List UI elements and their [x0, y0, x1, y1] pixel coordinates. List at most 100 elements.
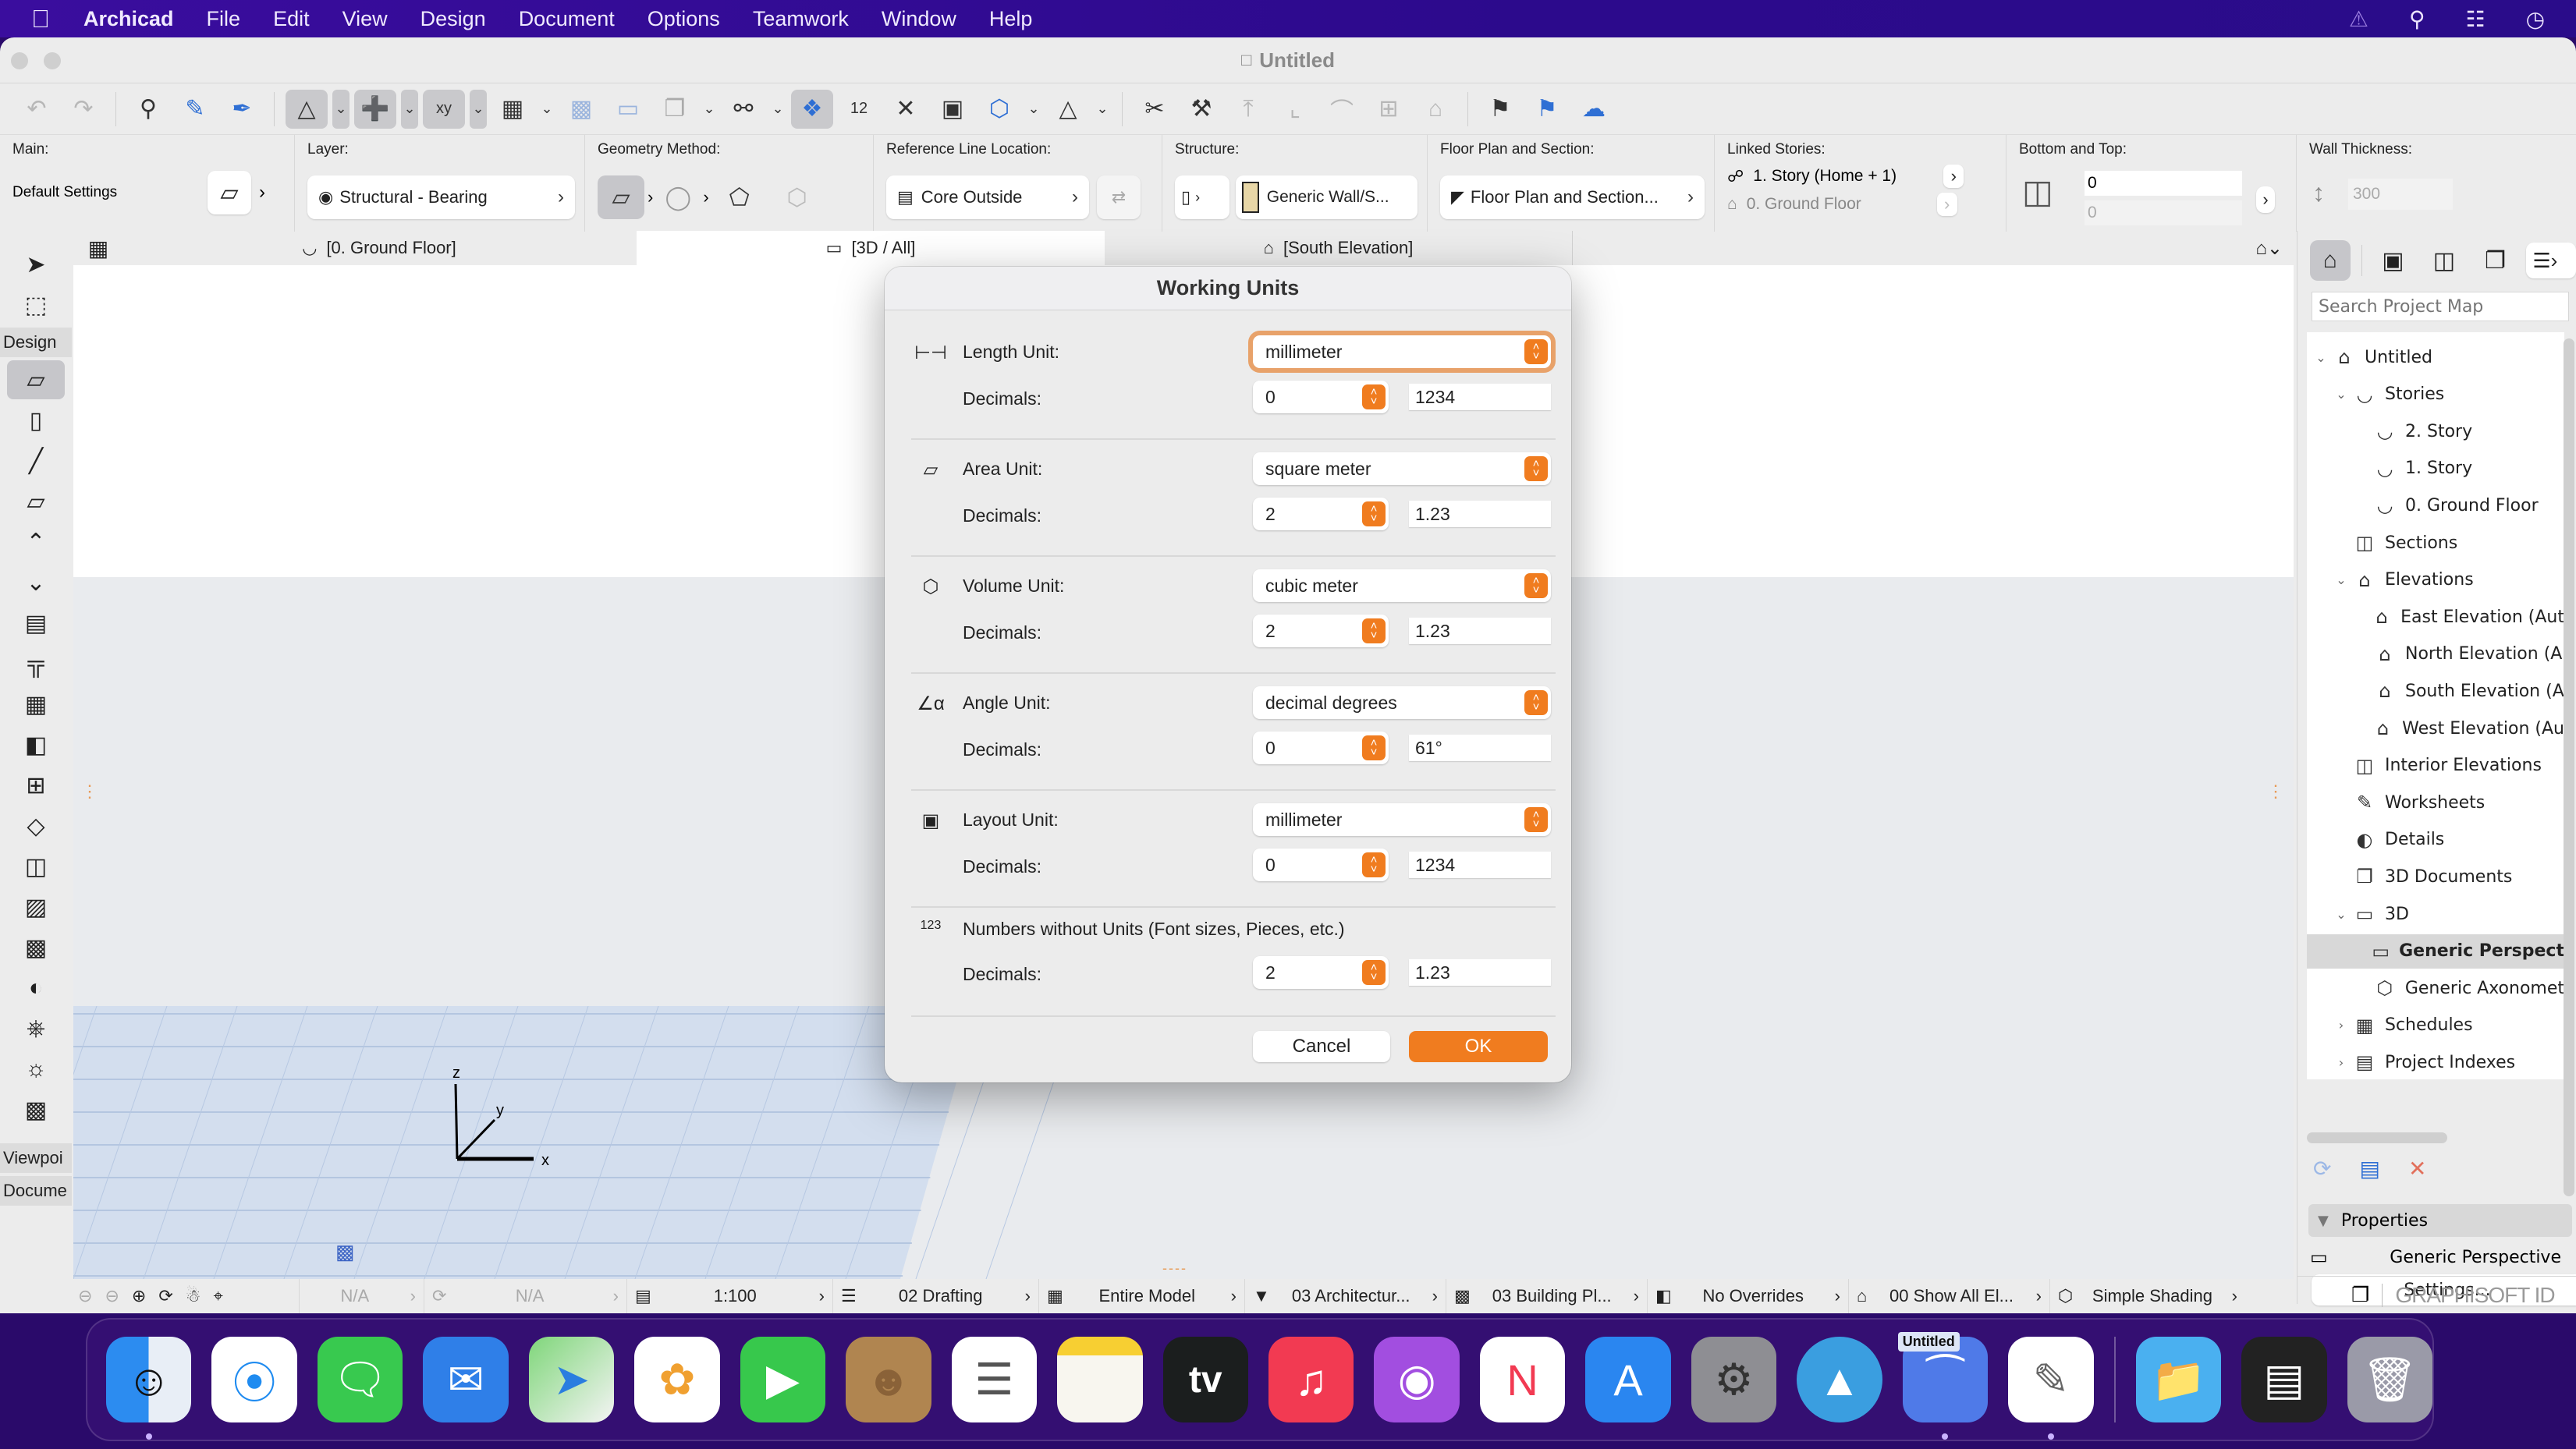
bottom-resize-handle[interactable]: ---- — [1162, 1260, 1187, 1277]
undo-icon[interactable]: ↶ — [16, 90, 58, 129]
trim-icon[interactable]: ✕ — [885, 90, 927, 129]
menu-view[interactable]: View — [326, 7, 404, 31]
tree-hscrollbar[interactable] — [2307, 1132, 2447, 1143]
linked-top-chevron[interactable]: › — [1943, 165, 1964, 188]
control-center-icon[interactable]: ☷ — [2465, 6, 2485, 32]
skylight-tool-icon[interactable]: ◇ — [7, 806, 65, 845]
decimals-stepper[interactable]: 2 ˄ ˅ — [1253, 615, 1389, 647]
tracker-dropdown[interactable]: ⌄ — [470, 89, 487, 129]
roof-trim-icon[interactable]: ⌂ — [1414, 90, 1457, 129]
stepper-arrows-icon[interactable]: ˄ ˅ — [1362, 384, 1386, 409]
maps-icon[interactable]: ➤ — [528, 1337, 615, 1422]
system-preferences-icon[interactable]: ⚙ — [1691, 1337, 1777, 1422]
wall-end-tool-icon[interactable]: ◫ — [7, 847, 65, 886]
disclosure-chevron-icon[interactable]: ⌄ — [2333, 387, 2349, 402]
structure-type-button[interactable]: ▯ › — [1175, 175, 1229, 219]
publisher-sets-icon[interactable]: ❐ — [2475, 240, 2516, 281]
tree-item[interactable]: ✎ Worksheets — [2307, 785, 2564, 820]
beam-tool-icon[interactable]: ╱ — [7, 441, 65, 480]
layer-combination-selector[interactable]: ☰ 02 Drafting › — [833, 1279, 1039, 1313]
element-group-icon[interactable]: ▣ — [931, 90, 974, 129]
trapezoid-wall-icon[interactable]: ⬠ — [712, 175, 767, 219]
intersect-icon[interactable]: ⌞ — [1274, 90, 1316, 129]
numbers-decimals-stepper[interactable]: 2 ˄ ˅ — [1253, 956, 1389, 989]
main-chevron[interactable]: › — [259, 182, 265, 204]
construction-grid-icon[interactable]: ▩ — [560, 90, 602, 129]
linked-top-value[interactable]: 1. Story (Home + 1) — [1753, 167, 1934, 186]
renovation-filter-selector[interactable]: ⌂ 00 Show All El... › — [1849, 1279, 2050, 1313]
tree-item[interactable]: ⌄ ◡ Stories — [2307, 377, 2564, 412]
zoom-in-icon[interactable]: ⊕ — [132, 1286, 146, 1306]
menu-design[interactable]: Design — [404, 7, 502, 31]
graphic-overrides-selector[interactable]: ◧ No Overrides › — [1648, 1279, 1849, 1313]
unit-select[interactable]: millimeter ˄ ˅ — [1253, 803, 1551, 836]
model-selector[interactable]: ▦ Entire Model › — [1039, 1279, 1245, 1313]
pen-set-selector[interactable]: ▼ 03 Architectur... › — [1245, 1279, 1446, 1313]
app-store-icon[interactable]: A — [1585, 1337, 1671, 1422]
fillet-icon[interactable]: ⌒ — [1321, 90, 1363, 129]
layers-dropdown[interactable]: ⌄ — [701, 90, 718, 129]
tree-item[interactable]: ⌄ ▭ 3D — [2307, 897, 2564, 931]
trash-icon[interactable]: 🗑 — [2347, 1337, 2432, 1422]
tree-item[interactable]: ⌂ North Elevation (A — [2307, 637, 2564, 671]
lock-dropdown[interactable]: ⌄ — [769, 90, 786, 129]
tree-item[interactable]: ❐ 3D Documents — [2307, 859, 2564, 894]
facetime-icon[interactable]: ▶ — [740, 1337, 826, 1422]
composite-selector[interactable]: Generic Wall/S... — [1235, 175, 1418, 219]
view-menu-icon[interactable]: ⌂⌄ — [2255, 237, 2290, 260]
tree-item[interactable]: › ▤ Project Indexes — [2307, 1045, 2564, 1079]
toolbox-design-header[interactable]: Design — [0, 328, 72, 357]
polygonal-wall-icon[interactable]: ⬡ — [770, 175, 825, 219]
menu-options[interactable]: Options — [631, 7, 736, 31]
status-na-1[interactable]: N/A › — [300, 1279, 424, 1313]
tab-south-elevation[interactable]: ⌂ [South Elevation] — [1105, 231, 1573, 265]
tree-item[interactable]: ⌂ West Elevation (Au — [2307, 711, 2564, 746]
tree-item[interactable]: ◫ Sections — [2307, 526, 2564, 560]
tracker-icon[interactable]: xy — [423, 89, 465, 129]
layout-book-icon[interactable]: ◫ — [2424, 240, 2464, 281]
lock-icon[interactable]: ⚯ — [722, 90, 765, 129]
snap-guides-icon[interactable]: ➕ — [354, 89, 396, 129]
tree-item[interactable]: ◡ 0. Ground Floor — [2307, 488, 2564, 523]
inject-parameters-icon[interactable]: ✒ — [221, 90, 263, 129]
zone-tool-icon[interactable]: ▩ — [7, 1090, 65, 1129]
tab-ground-floor[interactable]: ◡ [0. Ground Floor] — [122, 231, 637, 265]
split-icon[interactable]: ✂ — [1134, 90, 1176, 129]
wall-tool-icon[interactable]: ▱ — [7, 360, 65, 399]
window-tool-icon[interactable]: ⊞ — [7, 766, 65, 805]
adjust-icon[interactable]: ⚒ — [1180, 90, 1222, 129]
tree-item[interactable]: ⌄ ⌂ Untitled — [2307, 340, 2564, 374]
navigator-menu-button[interactable]: ☰› — [2526, 243, 2576, 278]
object-tool-icon[interactable]: ⎈ — [7, 1009, 65, 1048]
tab-3d-all[interactable]: ▭ [3D / All] — [637, 231, 1105, 265]
floor-plan-section-selector[interactable]: ◤ Floor Plan and Section... › — [1440, 175, 1705, 219]
corner-window-tool-icon[interactable]: ▨ — [7, 887, 65, 926]
tv-icon[interactable]: tv — [1162, 1337, 1248, 1422]
safari-icon[interactable]: ⦿ — [211, 1337, 297, 1422]
default-settings-label[interactable]: Default Settings — [12, 184, 200, 201]
disclosure-chevron-icon[interactable]: ⌄ — [2333, 572, 2349, 587]
curtain-wall-tool-icon[interactable]: ▦ — [7, 685, 65, 724]
podcasts-icon[interactable]: ◉ — [1374, 1337, 1460, 1422]
unit-select[interactable]: decimal degrees ˄ ˅ — [1253, 686, 1551, 719]
column-tool-icon[interactable]: ▯ — [7, 401, 65, 440]
textedit-icon[interactable]: ✎ — [2008, 1337, 2094, 1440]
delete-icon[interactable]: ✕ — [2408, 1156, 2426, 1182]
chevron-right-icon[interactable]: › — [703, 187, 708, 207]
contacts-icon[interactable]: ☻ — [846, 1337, 931, 1422]
3d-style-selector[interactable]: ⬡ Simple Shading › — [2050, 1279, 2245, 1313]
graphisoft-id-link[interactable]: GRAPHISOFT ID — [2395, 1283, 2555, 1308]
unit-select[interactable]: square meter ˄ ˅ — [1253, 452, 1551, 485]
fit-in-window-icon[interactable]: ⌖ — [213, 1286, 222, 1306]
tab-overview-icon[interactable]: ▦ — [75, 236, 122, 261]
stepper-arrows-icon[interactable]: ˄ ˅ — [1362, 852, 1386, 877]
archicad-icon[interactable]: ⁀ Untitled — [1897, 1332, 1989, 1440]
tree-item[interactable]: ◡ 2. Story — [2307, 414, 2564, 448]
explore-icon[interactable]: ☃ — [186, 1286, 201, 1306]
bottom-offset-input[interactable] — [2085, 200, 2242, 225]
view-settings-icon[interactable]: ▤ — [2359, 1156, 2379, 1182]
stepper-arrows-icon[interactable]: ˄ ˅ — [1362, 960, 1386, 985]
photos-icon[interactable]: ✿ — [634, 1337, 720, 1422]
recent-document-icon[interactable]: ▤ — [2241, 1337, 2327, 1422]
mail-icon[interactable]: ✉ — [423, 1337, 509, 1422]
